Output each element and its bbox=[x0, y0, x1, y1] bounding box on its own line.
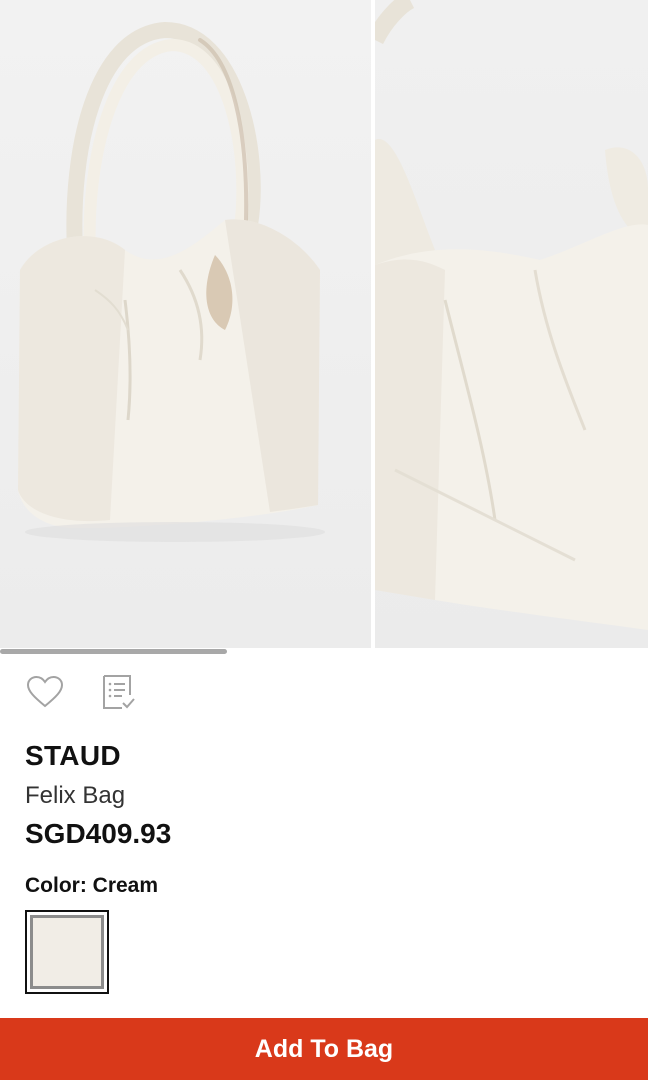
gallery-scrollbar[interactable] bbox=[0, 648, 648, 655]
product-price: SGD409.93 bbox=[25, 818, 172, 849]
add-to-list-button[interactable] bbox=[98, 672, 138, 712]
product-brand[interactable]: STAUD bbox=[25, 740, 121, 772]
color-swatch-cream[interactable] bbox=[25, 910, 109, 994]
wishlist-button[interactable] bbox=[25, 672, 65, 712]
heart-outline-icon bbox=[26, 675, 64, 708]
product-photo-detail[interactable] bbox=[375, 0, 648, 648]
bag-illustration-detail bbox=[375, 0, 648, 630]
bag-illustration-front bbox=[18, 21, 325, 542]
color-swatch-fill bbox=[30, 915, 104, 989]
add-to-bag-button[interactable]: Add To Bag bbox=[0, 1018, 648, 1080]
product-name: Felix Bag bbox=[25, 782, 126, 809]
checklist-icon bbox=[103, 675, 135, 709]
color-label: Color: Cream bbox=[25, 874, 159, 897]
gallery-scrollbar-thumb[interactable] bbox=[0, 649, 227, 654]
product-photo-front[interactable] bbox=[0, 0, 371, 648]
product-image-gallery[interactable] bbox=[0, 0, 648, 648]
